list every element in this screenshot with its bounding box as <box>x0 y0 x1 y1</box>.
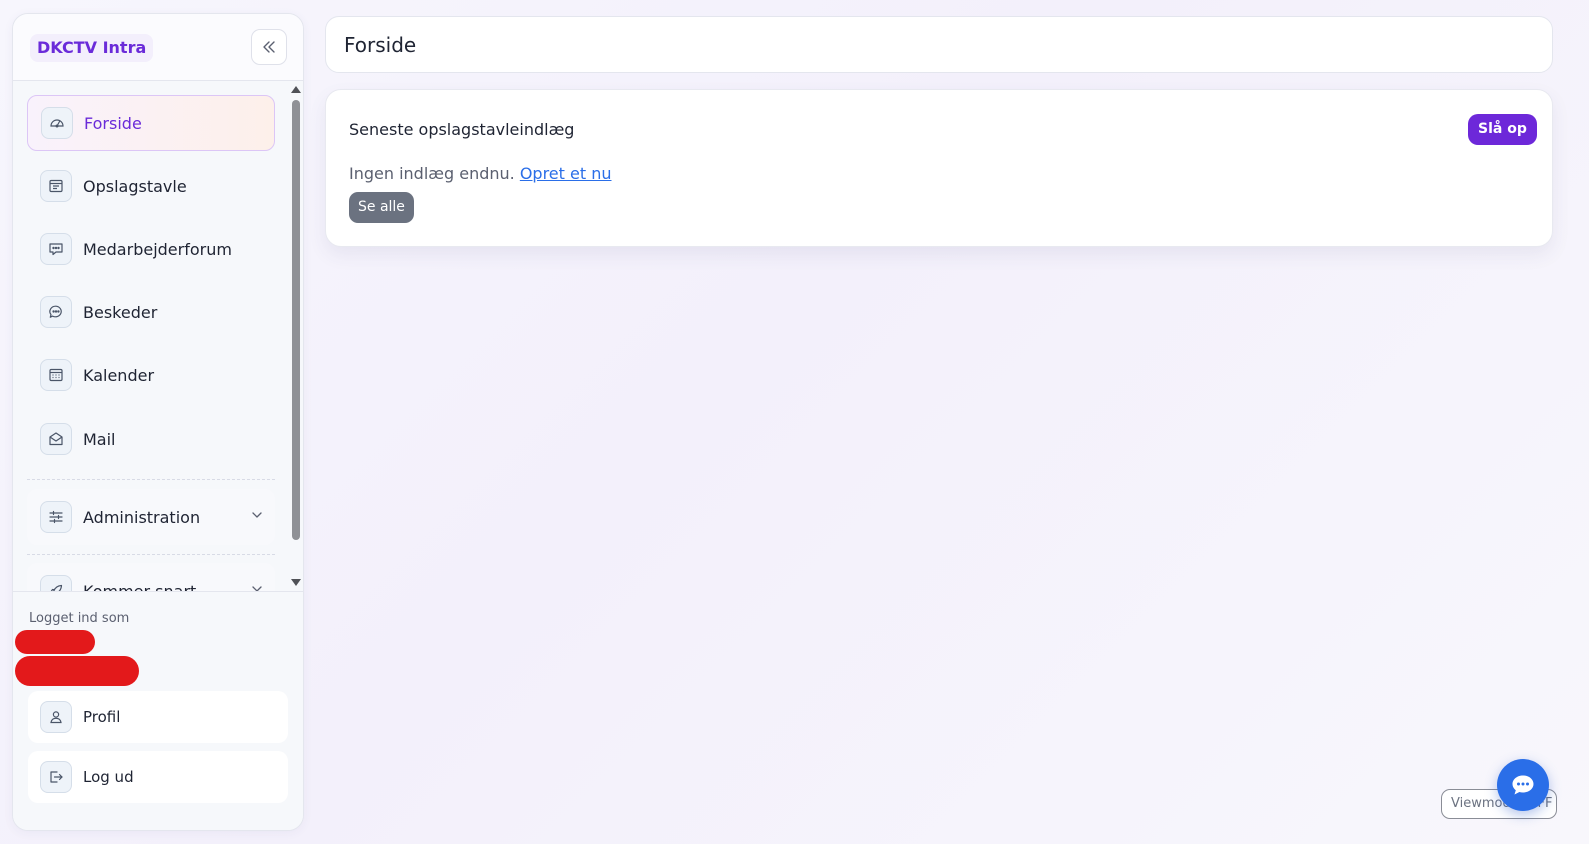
sidebar-header: DKCTV Intra <box>13 14 303 81</box>
bulletin-board-icon <box>40 170 72 202</box>
sidebar-item-label: Mail <box>83 429 116 449</box>
sidebar-group-administration[interactable]: Administration <box>27 489 275 545</box>
sidebar-item-label: Medarbejderforum <box>83 239 232 259</box>
card-title: Seneste opslagstavleindlæg <box>349 120 575 139</box>
brand-logo[interactable]: DKCTV Intra <box>30 34 154 62</box>
sidebar-item-kalender[interactable]: Kalender <box>27 347 275 403</box>
collapse-sidebar-button[interactable] <box>251 29 287 65</box>
sidebar-scrollbar[interactable] <box>289 82 303 591</box>
empty-state: Ingen indlæg endnu. Opret et nu <box>349 164 612 183</box>
sidebar-item-label: Forside <box>84 113 142 133</box>
redacted-user-name <box>15 630 95 654</box>
page-title: Forside <box>344 33 417 57</box>
sidebar-item-medarbejderforum[interactable]: Medarbejderforum <box>27 221 275 277</box>
redacted-user-email <box>15 656 139 686</box>
create-post-link[interactable]: Opret et nu <box>520 164 612 183</box>
double-chevron-left-icon <box>263 41 275 53</box>
chevron-down-icon <box>252 586 262 591</box>
sidebar-item-mail[interactable]: Mail <box>27 411 275 467</box>
rocket-icon <box>40 575 72 591</box>
post-button[interactable]: Slå op <box>1468 114 1537 145</box>
sliders-icon <box>40 501 72 533</box>
scrollbar-thumb[interactable] <box>292 100 300 540</box>
sidebar-item-beskeder[interactable]: Beskeder <box>27 284 275 340</box>
sidebar-item-forside[interactable]: Forside <box>27 95 275 151</box>
chat-bubble-icon <box>40 296 72 328</box>
sidebar-item-label: Kalender <box>83 365 155 385</box>
mail-icon <box>40 423 72 455</box>
user-icon <box>40 701 72 733</box>
scroll-up-arrow-icon[interactable] <box>291 86 301 93</box>
sidebar-item-label: Opslagstavle <box>83 176 187 196</box>
empty-state-text: Ingen indlæg endnu. <box>349 164 515 183</box>
gauge-icon <box>41 107 73 139</box>
see-all-button[interactable]: Se alle <box>349 192 414 223</box>
forum-icon <box>40 233 72 265</box>
nav-divider <box>27 554 275 555</box>
calendar-icon <box>40 359 72 391</box>
page-header: Forside <box>325 16 1553 73</box>
sidebar-group-label: Administration <box>83 507 201 527</box>
logged-in-label: Logget ind som <box>29 611 130 626</box>
scroll-down-arrow-icon[interactable] <box>291 579 301 586</box>
logout-icon <box>40 761 72 793</box>
logout-label: Log ud <box>83 768 134 786</box>
chevron-down-icon <box>252 512 262 518</box>
chat-button[interactable] <box>1497 759 1549 811</box>
sidebar-item-label: Beskeder <box>83 302 158 322</box>
sidebar-group-kommer-snart[interactable]: Kommer snart <box>27 563 275 591</box>
sidebar: DKCTV Intra Forside Opslagstavle Medarbe… <box>12 13 304 831</box>
sidebar-item-opslagstavle[interactable]: Opslagstavle <box>27 158 275 214</box>
sidebar-group-label: Kommer snart <box>83 581 197 592</box>
sidebar-footer: Logget ind som Profil Log ud <box>13 591 303 830</box>
nav-divider <box>27 479 275 480</box>
profile-button[interactable]: Profil <box>28 691 288 743</box>
chat-icon <box>1512 775 1534 795</box>
logout-button[interactable]: Log ud <box>28 751 288 803</box>
sidebar-nav: Forside Opslagstavle Medarbejderforum Be… <box>13 82 303 591</box>
latest-posts-card: Seneste opslagstavleindlæg Slå op Ingen … <box>325 89 1553 247</box>
profile-label: Profil <box>83 708 121 726</box>
